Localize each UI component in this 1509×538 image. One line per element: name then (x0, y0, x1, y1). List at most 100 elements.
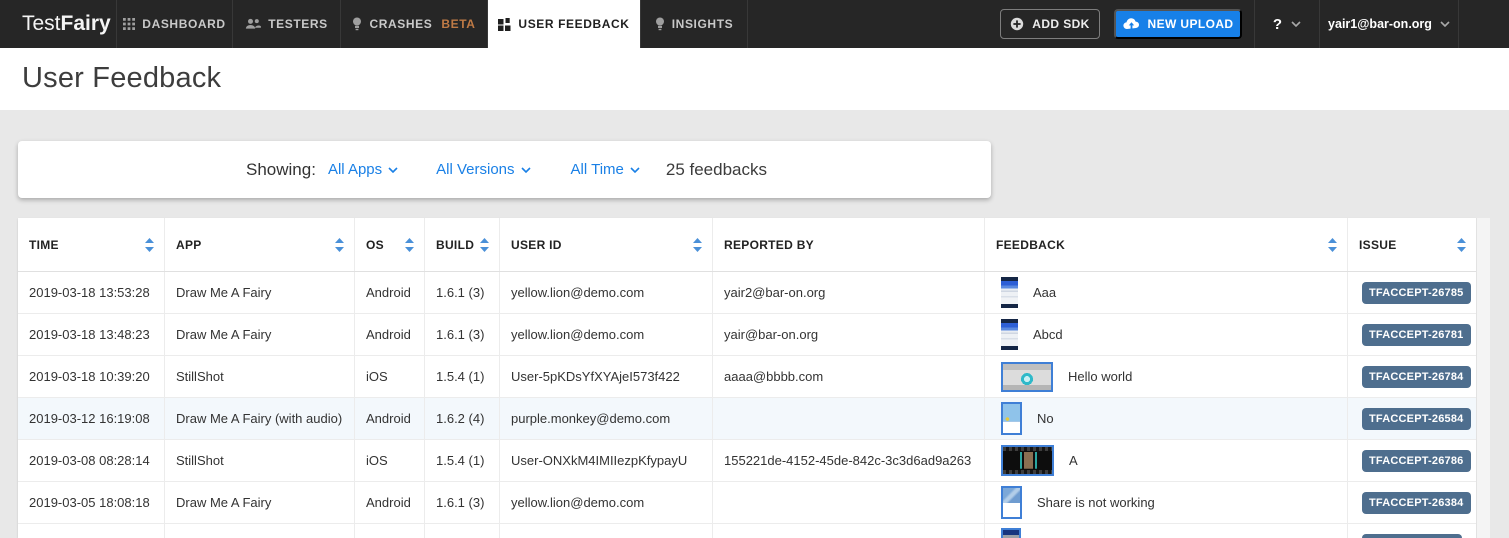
table-scrollbar-track[interactable] (1476, 218, 1490, 538)
column-header-reported-by: REPORTED BY (713, 218, 985, 271)
table-row[interactable] (18, 524, 1476, 538)
issue-badge[interactable] (1362, 534, 1462, 538)
column-label: APP (176, 238, 202, 252)
feedback-thumbnail[interactable] (1001, 319, 1018, 350)
cell-app: Draw Me A Fairy (165, 482, 355, 523)
cell-issue: TFACCEPT-26781 (1348, 314, 1476, 355)
feedback-thumbnail[interactable] (1001, 528, 1021, 538)
cell-time: 2019-03-18 10:39:20 (18, 356, 165, 397)
feedback-thumbnail[interactable] (1001, 445, 1054, 476)
table-row[interactable]: 2019-03-18 13:53:28 Draw Me A Fairy Andr… (18, 272, 1476, 314)
testfairy-logo[interactable]: TestFairy (0, 0, 117, 48)
issue-badge[interactable]: TFACCEPT-26584 (1362, 408, 1471, 430)
nav-item-insights[interactable]: INSIGHTS (641, 0, 748, 48)
cell-time (18, 524, 165, 538)
feedback-table: TIME APP OS BUILD USER ID REPORTED BY FE… (18, 218, 1476, 538)
add-sdk-label: ADD SDK (1032, 17, 1089, 31)
cell-app: StillShot (165, 440, 355, 481)
nav-item-label: INSIGHTS (672, 17, 733, 31)
cell-os: iOS (355, 440, 425, 481)
logo-text-light: Test (22, 12, 61, 36)
column-header-time[interactable]: TIME (18, 218, 165, 271)
issue-badge[interactable]: TFACCEPT-26784 (1362, 366, 1471, 388)
cell-build: 1.6.2 (4) (425, 398, 500, 439)
issue-badge[interactable]: TFACCEPT-26781 (1362, 324, 1471, 346)
sort-icon[interactable] (1457, 238, 1466, 252)
table-row[interactable]: 2019-03-18 10:39:20 StillShot iOS 1.5.4 … (18, 356, 1476, 398)
sort-icon[interactable] (405, 238, 414, 252)
cell-issue (1348, 524, 1476, 538)
chevron-down-icon (630, 167, 640, 173)
cell-reported-by (713, 524, 985, 538)
sort-icon[interactable] (1328, 238, 1337, 252)
add-sdk-button[interactable]: ADD SDK (1000, 9, 1100, 39)
feedback-count: 25 feedbacks (666, 160, 767, 180)
cell-os (355, 524, 425, 538)
feedback-thumbnail[interactable] (1001, 362, 1053, 392)
user-account-menu[interactable]: yair1@bar-on.org (1320, 0, 1459, 48)
new-upload-button[interactable]: NEW UPLOAD (1114, 9, 1242, 39)
cell-feedback: Aaa (985, 272, 1348, 313)
nav-item-label: USER FEEDBACK (518, 17, 629, 31)
feedback-thumbnail[interactable] (1001, 486, 1022, 519)
table-row[interactable]: 2019-03-12 16:19:08 Draw Me A Fairy (wit… (18, 398, 1476, 440)
cell-build (425, 524, 500, 538)
issue-badge[interactable]: TFACCEPT-26786 (1362, 450, 1471, 472)
time-filter-value: All Time (571, 161, 624, 178)
feedback-grid-icon (498, 18, 511, 31)
issue-badge[interactable]: TFACCEPT-26785 (1362, 282, 1471, 304)
chevron-down-icon (1440, 21, 1450, 27)
cell-user-id: User-ONXkM4IMIIezpKfypayU (500, 440, 713, 481)
feedback-thumbnail[interactable] (1001, 277, 1018, 308)
user-email: yair1@bar-on.org (1328, 17, 1432, 31)
cell-app: Draw Me A Fairy (165, 272, 355, 313)
column-label: FEEDBACK (996, 238, 1065, 252)
version-filter-value: All Versions (436, 161, 514, 178)
cell-time: 2019-03-12 16:19:08 (18, 398, 165, 439)
cell-feedback (985, 524, 1348, 538)
sort-icon[interactable] (145, 238, 154, 252)
table-row[interactable]: 2019-03-18 13:48:23 Draw Me A Fairy Andr… (18, 314, 1476, 356)
cell-user-id: yellow.lion@demo.com (500, 314, 713, 355)
cell-app (165, 524, 355, 538)
column-label: REPORTED BY (724, 238, 814, 252)
nav-item-testers[interactable]: TESTERS (233, 0, 341, 48)
cell-os: Android (355, 272, 425, 313)
filter-panel: Showing: All Apps All Versions All Time … (18, 141, 991, 198)
version-filter-dropdown[interactable]: All Versions (436, 161, 530, 178)
table-row[interactable]: 2019-03-08 08:28:14 StillShot iOS 1.5.4 … (18, 440, 1476, 482)
beta-badge: BETA (441, 17, 475, 31)
column-header-user-id[interactable]: USER ID (500, 218, 713, 271)
table-row[interactable]: 2019-03-05 18:08:18 Draw Me A Fairy Andr… (18, 482, 1476, 524)
cell-feedback: Hello world (985, 356, 1348, 397)
cell-time: 2019-03-18 13:48:23 (18, 314, 165, 355)
time-filter-dropdown[interactable]: All Time (571, 161, 640, 178)
grid-icon (123, 18, 135, 30)
sort-icon[interactable] (693, 238, 702, 252)
column-header-os[interactable]: OS (355, 218, 425, 271)
cloud-upload-icon (1123, 18, 1140, 30)
help-menu[interactable]: ? (1254, 0, 1320, 48)
nav-item-user-feedback-active[interactable]: USER FEEDBACK (488, 0, 641, 48)
cell-feedback: Share is not working (985, 482, 1348, 523)
cell-reported-by: yair2@bar-on.org (713, 272, 985, 313)
nav-item-dashboard[interactable]: DASHBOARD (117, 0, 233, 48)
top-navigation: TestFairy DASHBOARD TESTERS CRASHES B (0, 0, 1509, 48)
sort-icon[interactable] (480, 238, 489, 252)
cell-reported-by: yair@bar-on.org (713, 314, 985, 355)
sort-icon[interactable] (335, 238, 344, 252)
page-title: User Feedback (22, 62, 221, 95)
column-header-feedback[interactable]: FEEDBACK (985, 218, 1348, 271)
issue-badge[interactable]: TFACCEPT-26384 (1362, 492, 1471, 514)
column-header-build[interactable]: BUILD (425, 218, 500, 271)
app-filter-dropdown[interactable]: All Apps (328, 161, 398, 178)
column-header-issue[interactable]: ISSUE (1348, 218, 1476, 271)
cell-os: iOS (355, 356, 425, 397)
column-header-app[interactable]: APP (165, 218, 355, 271)
feedback-thumbnail[interactable] (1001, 402, 1022, 435)
cell-os: Android (355, 482, 425, 523)
chevron-down-icon (388, 167, 398, 173)
app-filter-value: All Apps (328, 161, 382, 178)
cell-time: 2019-03-08 08:28:14 (18, 440, 165, 481)
nav-item-crashes[interactable]: CRASHES BETA (341, 0, 488, 48)
